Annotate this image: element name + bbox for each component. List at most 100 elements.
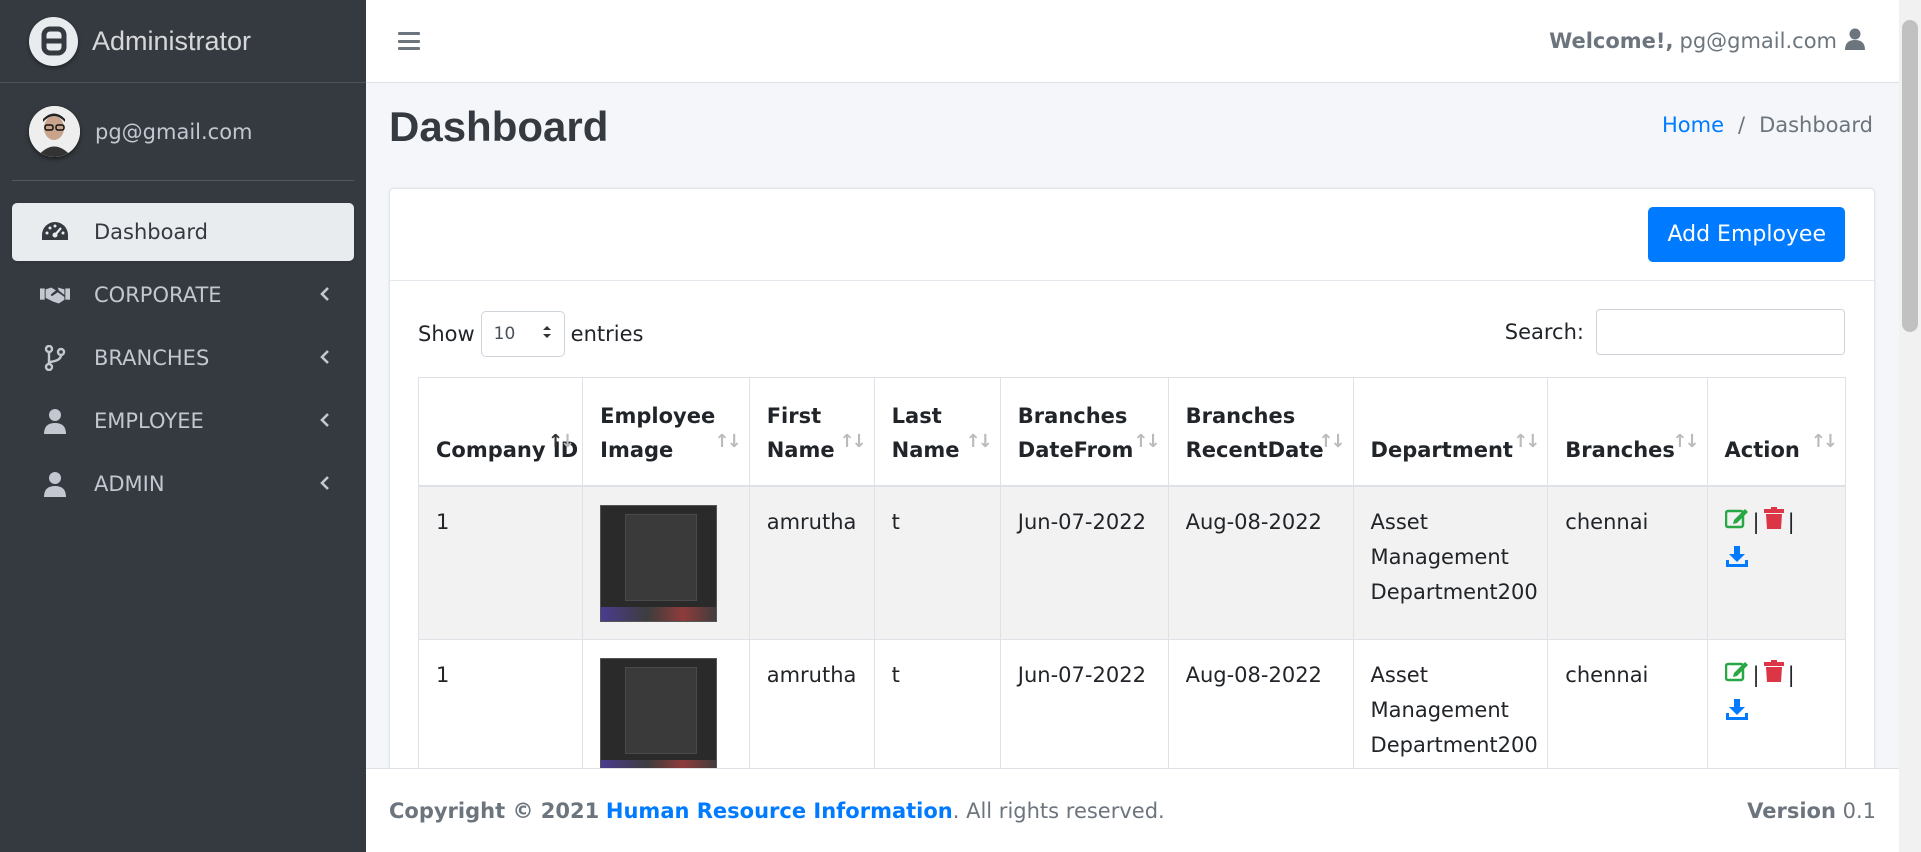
- employee-thumbnail[interactable]: [600, 504, 718, 622]
- code-branch-icon: [40, 345, 70, 371]
- column-header-date-from[interactable]: Branches DateFrom ↑↓: [999, 377, 1169, 487]
- download-icon[interactable]: [1725, 544, 1749, 579]
- version-label: Version: [1747, 798, 1836, 823]
- sidebar: Administrator pg@gmail.com Dashboard COR…: [0, 0, 366, 852]
- sidebar-item-admin[interactable]: ADMIN: [12, 455, 354, 513]
- column-header-company-id[interactable]: Company ID ↑↓: [417, 377, 584, 487]
- employee-card: Add Employee Show 10 entries Search: Com…: [389, 188, 1875, 788]
- sort-icon: ↑↓: [965, 430, 993, 452]
- cell-actions: | |: [1706, 485, 1847, 640]
- edit-icon[interactable]: [1724, 505, 1749, 540]
- delete-icon[interactable]: [1763, 658, 1784, 693]
- cell-last-name: t: [873, 485, 1001, 640]
- employee-thumbnail[interactable]: [600, 658, 718, 775]
- cell-recent-date: Aug-08-2022: [1167, 485, 1354, 640]
- column-header-employee-image[interactable]: Employee Image ↑↓: [582, 377, 750, 487]
- cell-branches: chennai: [1547, 485, 1708, 640]
- cell-employee-image: [582, 639, 750, 787]
- welcome-user-menu[interactable]: Welcome!, pg@gmail.com: [1549, 28, 1865, 55]
- table-row: 1 amrutha t Jun-07-2022 Aug-08-2022 Asse…: [417, 639, 1847, 787]
- sidebar-nav: Dashboard CORPORATE BRANCHES EMPLOYEE AD…: [0, 181, 366, 513]
- entries-label: entries: [570, 322, 644, 346]
- cell-department: Asset Management Department200: [1352, 485, 1549, 640]
- sidebar-item-label: BRANCHES: [94, 346, 210, 370]
- brand-text: Administrator: [92, 25, 252, 56]
- sidebar-item-label: CORPORATE: [94, 283, 222, 307]
- cell-recent-date: Aug-08-2022: [1167, 639, 1354, 787]
- sidebar-item-dashboard[interactable]: Dashboard: [12, 203, 354, 261]
- entries-select[interactable]: 10: [480, 311, 565, 357]
- employee-table: Company ID ↑↓ Employee Image ↑↓ First Name…: [417, 377, 1847, 787]
- sort-icon: ↑↓: [1672, 430, 1699, 452]
- breadcrumb-current: Dashboard: [1759, 113, 1873, 137]
- footer-copyright: Copyright © 2021 Human Resource Informat…: [389, 799, 1165, 823]
- cell-employee-image: [582, 485, 750, 640]
- user-email[interactable]: pg@gmail.com: [95, 120, 253, 144]
- column-header-department[interactable]: Department ↑↓: [1352, 377, 1549, 487]
- column-header-first-name[interactable]: First Name ↑↓: [748, 377, 875, 487]
- page-title: Dashboard: [389, 103, 609, 150]
- action-separator: |: [1787, 663, 1795, 687]
- chevron-left-icon: [320, 409, 330, 433]
- sidebar-item-employee[interactable]: EMPLOYEE: [12, 392, 354, 450]
- sidebar-item-branches[interactable]: BRANCHES: [12, 329, 354, 387]
- entries-value: 10: [493, 324, 516, 344]
- sidebar-item-label: Dashboard: [94, 220, 208, 244]
- page-scrollbar[interactable]: [1899, 0, 1921, 852]
- sort-icon: ↑↓: [839, 430, 866, 452]
- action-separator: |: [1787, 509, 1795, 534]
- breadcrumb-separator: /: [1737, 113, 1746, 137]
- handshake-icon: [40, 282, 70, 308]
- column-header-recent-date[interactable]: Branches RecentDate ↑↓: [1167, 377, 1354, 487]
- user-icon: [40, 471, 70, 497]
- table-row: 1 amrutha t Jun-07-2022 Aug-08-2022 Asse…: [417, 485, 1847, 640]
- cell-date-from: Jun-07-2022: [999, 485, 1169, 640]
- edit-icon[interactable]: [1724, 658, 1749, 693]
- column-header-action[interactable]: Action ↑↓: [1706, 377, 1847, 487]
- sort-icon: ↑↓: [1133, 430, 1160, 452]
- footer-org-link[interactable]: Human Resource Information: [606, 799, 953, 823]
- avatar: [29, 106, 80, 157]
- sort-updown-icon: [542, 324, 552, 344]
- scrollbar-thumb[interactable]: [1902, 20, 1918, 332]
- welcome-user: pg@gmail.com: [1679, 29, 1837, 53]
- user-icon: [1845, 28, 1865, 55]
- sidebar-item-label: EMPLOYEE: [94, 409, 204, 433]
- cell-first-name: amrutha: [748, 639, 875, 787]
- download-icon[interactable]: [1725, 697, 1749, 732]
- cell-company-id: 1: [417, 485, 584, 640]
- add-employee-button[interactable]: Add Employee: [1648, 207, 1845, 262]
- cell-actions: | |: [1706, 639, 1847, 787]
- column-header-branches[interactable]: Branches ↑↓: [1547, 377, 1708, 487]
- sort-asc-icon: ↑↓: [547, 430, 575, 452]
- sort-icon: ↑↓: [1318, 430, 1345, 452]
- chevron-left-icon: [320, 283, 330, 307]
- top-navbar: Welcome!, pg@gmail.com: [366, 0, 1899, 83]
- action-separator: |: [1752, 509, 1760, 534]
- tachometer-icon: [40, 219, 70, 245]
- rights-text: . All rights reserved.: [952, 798, 1165, 823]
- user-panel[interactable]: pg@gmail.com: [12, 83, 354, 181]
- menu-toggle-icon[interactable]: [398, 32, 420, 50]
- copyright-text: Copyright © 2021: [389, 798, 600, 823]
- sort-icon: ↑↓: [714, 430, 742, 452]
- cell-first-name: amrutha: [748, 485, 875, 640]
- cell-company-id: 1: [417, 639, 584, 787]
- breadcrumb-home-link[interactable]: Home: [1662, 113, 1724, 137]
- version-value: 0.1: [1842, 798, 1876, 823]
- cell-department: Asset Management Department200: [1352, 639, 1549, 787]
- sidebar-item-corporate[interactable]: CORPORATE: [12, 266, 354, 324]
- chevron-left-icon: [320, 472, 330, 496]
- card-header: Add Employee: [390, 189, 1874, 281]
- footer: Copyright © 2021 Human Resource Informat…: [366, 768, 1899, 852]
- brand-link[interactable]: Administrator: [0, 0, 366, 83]
- show-entries: Show 10 entries: [418, 311, 643, 357]
- delete-icon[interactable]: [1763, 505, 1784, 540]
- table-search: Search:: [1505, 309, 1845, 355]
- search-input[interactable]: [1596, 309, 1845, 355]
- column-header-last-name[interactable]: Last Name ↑↓: [873, 377, 1001, 487]
- sort-icon: ↑↓: [1513, 430, 1540, 452]
- search-label: Search:: [1504, 320, 1584, 344]
- cell-branches: chennai: [1547, 639, 1708, 787]
- show-label: Show: [418, 322, 475, 346]
